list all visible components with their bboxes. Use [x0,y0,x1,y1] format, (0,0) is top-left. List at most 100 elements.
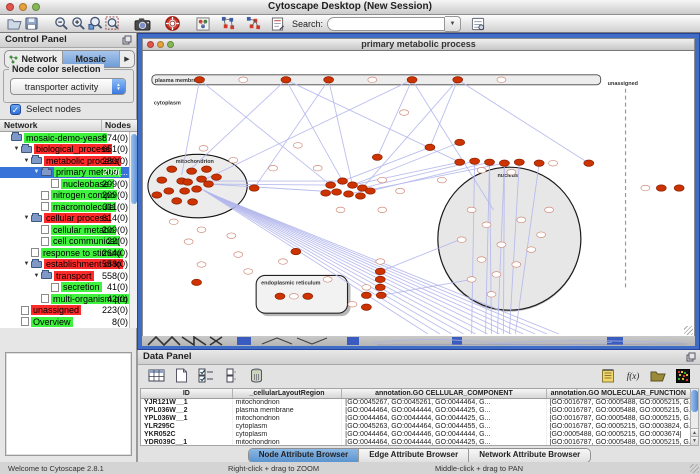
float-panel-icon[interactable] [686,352,696,362]
new-attribute-icon[interactable] [171,366,191,385]
layout-network-icon[interactable] [219,16,236,32]
network-node[interactable] [361,304,371,310]
network-node[interactable] [674,185,684,191]
network-node-unselected[interactable] [507,169,516,175]
table-column-header[interactable]: annotation.GO MOLECULAR_FUNCTION [547,389,691,398]
tree-row[interactable]: ▼primary metabo209(... [0,167,137,179]
delete-attribute-icon[interactable] [246,366,266,385]
network-node-unselected[interactable] [227,233,236,239]
tab-overflow-arrow[interactable]: ▶ [120,51,134,67]
vizmapper-icon[interactable] [194,16,211,32]
help-icon[interactable] [164,16,181,32]
network-node-unselected[interactable] [437,177,446,183]
tree-row[interactable]: ▼metabolic process280(0) [0,155,137,167]
network-node[interactable] [338,178,348,184]
tree-row[interactable]: multi-organism pro42(0) [0,293,137,305]
network-node[interactable] [188,199,198,205]
network-node[interactable] [361,292,371,298]
network-node-unselected[interactable] [323,277,332,283]
network-node[interactable] [365,188,375,194]
select-attributes-icon[interactable] [196,366,216,385]
table-row[interactable]: YLR295Ccytoplasm[GO:0045263, GO:0044464,… [141,423,691,431]
scroll-down-icon[interactable]: ▼ [691,436,698,445]
network-node[interactable] [407,77,417,83]
network-node[interactable] [164,188,174,194]
search-input[interactable] [327,17,445,31]
network-node-unselected[interactable] [169,219,178,225]
network-node[interactable] [584,160,594,166]
network-node-unselected[interactable] [199,146,208,152]
network-node[interactable] [303,293,313,299]
save-icon[interactable] [23,16,40,32]
tree-row[interactable]: secretion41(0) [0,282,137,294]
tree-column-network[interactable]: Network [0,120,102,131]
annotation-icon[interactable] [269,16,286,32]
table-column-header[interactable]: annotation.GO CELLULAR_COMPONENT [342,389,546,398]
view-minimize-button[interactable] [157,41,164,48]
network-node-unselected[interactable] [244,269,253,275]
network-node[interactable] [425,144,435,150]
network-node-unselected[interactable] [197,227,206,233]
tree-column-headers[interactable]: Network Nodes [0,119,137,132]
tree-row[interactable]: mosaic-demo-yeast874(0) [0,132,137,144]
network-node-unselected[interactable] [537,232,546,238]
zoom-out-icon[interactable] [53,16,70,32]
network-node-unselected[interactable] [197,262,206,268]
network-node[interactable] [455,139,465,145]
network-node-unselected[interactable] [289,293,298,299]
network-node-unselected[interactable] [400,110,409,116]
network-node-unselected[interactable] [396,188,405,194]
network-node[interactable] [324,77,334,83]
network-node[interactable] [197,176,207,182]
network-node-unselected[interactable] [457,237,466,243]
network-view-titlebar[interactable]: primary metabolic process [142,38,695,51]
open-icon[interactable] [6,16,23,32]
network-node-unselected[interactable] [477,257,486,263]
tree-row[interactable]: nucleobase-209(0) [0,178,137,190]
network-node-unselected[interactable] [336,207,345,213]
network-node[interactable] [499,160,509,166]
window-resize-grip[interactable] [690,464,699,473]
network-node-unselected[interactable] [497,242,506,248]
network-node[interactable] [180,188,190,194]
network-node-unselected[interactable] [527,247,536,253]
network-node[interactable] [470,158,480,164]
network-edge[interactable] [254,80,328,188]
notepad-icon[interactable] [598,366,618,385]
zoom-window-button[interactable] [32,3,40,11]
network-edge[interactable] [204,80,413,180]
network-node-unselected[interactable] [545,207,554,213]
network-node[interactable] [152,192,162,198]
network-node[interactable] [348,182,358,188]
table-row[interactable]: YDR039C__1mitochondrion[GO:0044464, GO:0… [141,439,691,446]
network-node-unselected[interactable] [378,207,387,213]
network-node-unselected[interactable] [293,143,302,149]
network-node-unselected[interactable] [269,165,278,171]
view-close-button[interactable] [147,41,154,48]
network-node[interactable] [355,193,365,199]
tree-expand-icon[interactable]: ▼ [22,215,31,221]
tree-row[interactable]: response to stimulu264(0) [0,247,137,259]
table-row[interactable]: YJR121W__1mitochondrion[GO:0045267, GO:0… [141,399,691,407]
network-node-unselected[interactable] [229,157,238,163]
network-node-unselected[interactable] [234,252,243,258]
birds-eye-view-panel[interactable] [5,352,132,456]
network-node[interactable] [376,292,386,298]
snapshot-icon[interactable] [134,16,151,32]
network-node[interactable] [326,182,336,188]
zoom-fit-icon[interactable] [104,16,121,32]
network-node[interactable] [281,77,291,83]
network-node-unselected[interactable] [368,77,377,83]
network-node[interactable] [372,154,382,160]
network-node[interactable] [375,276,385,282]
table-column-header[interactable]: _cellularLayoutRegion [233,389,343,398]
table-column-header[interactable]: ID [141,389,233,398]
network-node[interactable] [375,284,385,290]
network-edge[interactable] [343,147,430,181]
network-node[interactable] [202,166,212,172]
network-node[interactable] [344,191,354,197]
heatmap-icon[interactable] [673,366,693,385]
table-row[interactable]: YPL036W__1mitochondrion[GO:0044464, GO:0… [141,415,691,423]
network-node-unselected[interactable] [492,272,501,278]
minimize-button[interactable] [19,3,27,11]
